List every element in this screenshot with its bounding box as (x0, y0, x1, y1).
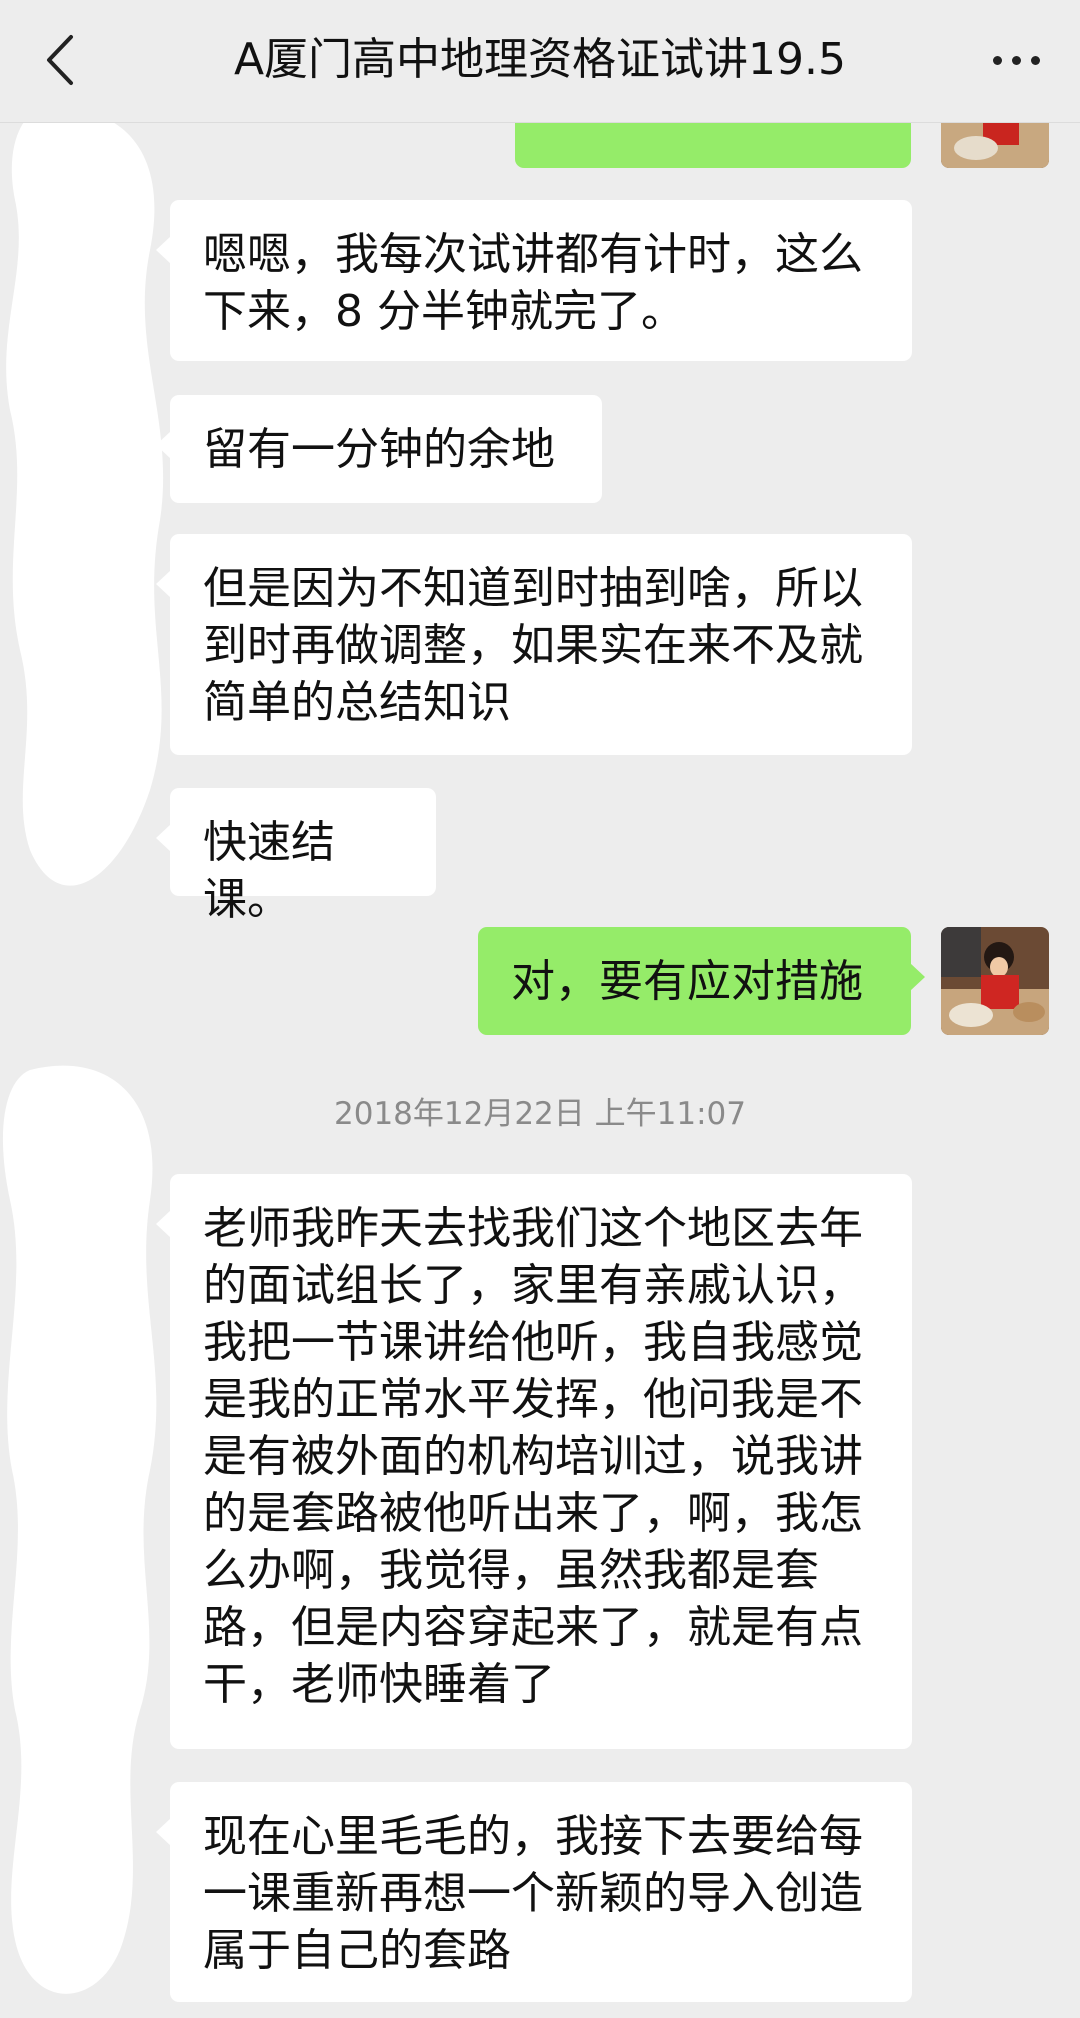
more-dot (1030, 55, 1040, 65)
message-bubble-incoming[interactable]: 但是因为不知道到时抽到啥，所以到时再做调整，如果实在来不及就简单的总结知识 (156, 534, 912, 755)
chat-title: A厦门高中地理资格证试讲19.5 (233, 34, 847, 85)
message-bubble-incoming[interactable]: 现在心里毛毛的，我接下去要给每一课重新再想一个新颖的导入创造属于自己的套路 (156, 1782, 912, 2002)
message-bubble-outgoing[interactable]: 对，要有应对措施 (478, 927, 925, 1035)
timestamp: 2018年12月22日 上午11:07 (334, 1096, 746, 1132)
message-text: 快速结课。 (203, 817, 335, 925)
message-bubble-incoming[interactable]: 嗯嗯，我每次试讲都有计时，这么下来，8 分半钟就完了。 (156, 200, 912, 361)
message-bubble-incoming[interactable]: 老师我昨天去找我们这个地区去年的面试组长了，家里有亲戚认识，我把一节课讲给他听，… (156, 1174, 912, 1749)
message-bubble-incoming[interactable]: 快速结课。 (156, 788, 436, 925)
message-text: 留有一分钟的余地 (203, 424, 555, 475)
message-text: 嗯嗯，我每次试讲都有计时，这么下来，8 分半钟就完了。 (203, 229, 863, 337)
message-bubble-incoming[interactable]: 留有一分钟的余地 (156, 395, 602, 503)
chat-header: A厦门高中地理资格证试讲19.5 (0, 0, 1080, 123)
message-text: 但是因为不知道到时抽到啥，所以到时再做调整，如果实在来不及就简单的总结知识 (203, 563, 863, 728)
more-dot (1011, 55, 1021, 65)
message-text: 老师我昨天去找我们这个地区去年的面试组长了，家里有亲戚认识，我把一节课讲给他听，… (203, 1203, 863, 1710)
avatar[interactable] (941, 927, 1049, 1035)
more-button[interactable] (976, 25, 1056, 95)
message-text: 现在心里毛毛的，我接下去要给每一课重新再想一个新颖的导入创造属于自己的套路 (203, 1811, 863, 1976)
more-dots-icon (992, 55, 1002, 65)
chat-area: 嗯嗯，我每次试讲都有计时，这么下来，8 分半钟就完了。 留有一分钟的余地 但是因… (0, 0, 1080, 2018)
message-text: 对，要有应对措施 (511, 956, 863, 1007)
chevron-left-icon (47, 35, 73, 85)
back-button[interactable] (30, 25, 90, 95)
